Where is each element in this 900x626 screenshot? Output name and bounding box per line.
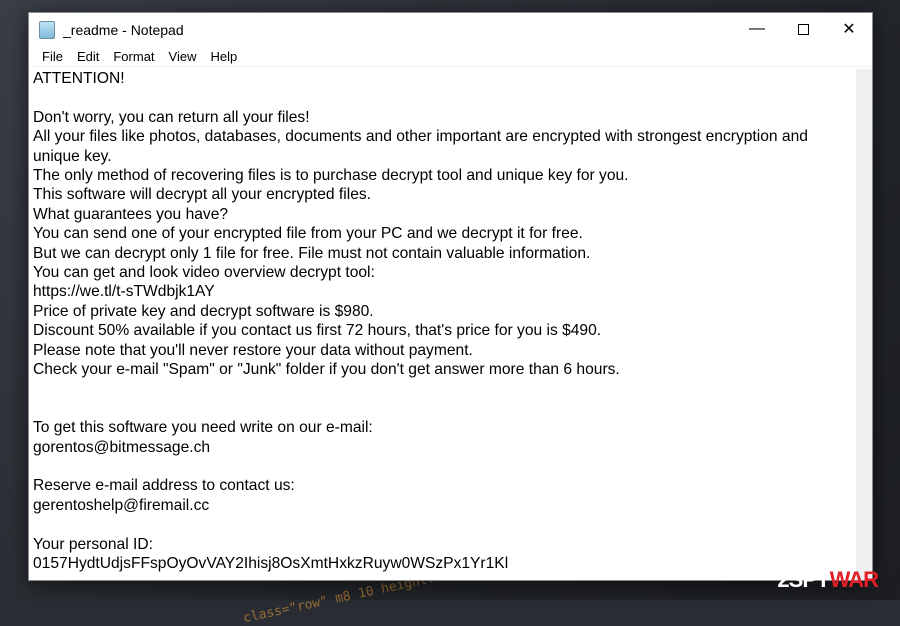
notepad-window: _readme - Notepad — ✕ File Edit Format V… xyxy=(28,12,873,581)
text-line: You can get and look video overview decr… xyxy=(33,264,375,282)
text-line: To get this software you need write on o… xyxy=(33,419,373,437)
text-line: Check your e-mail "Spam" or "Junk" folde… xyxy=(33,361,620,379)
close-button[interactable]: ✕ xyxy=(826,13,872,45)
text-line: Price of private key and decrypt softwar… xyxy=(33,302,374,320)
text-line xyxy=(33,399,846,418)
text-line: Please note that you'll never restore yo… xyxy=(33,341,473,359)
text-line xyxy=(33,88,846,107)
text-line: Don't worry, you can return all your fil… xyxy=(33,108,310,126)
menu-edit[interactable]: Edit xyxy=(70,49,106,64)
menu-format[interactable]: Format xyxy=(106,49,161,64)
minimize-button[interactable]: — xyxy=(734,13,780,45)
text-line: The only method of recovering files is t… xyxy=(33,167,629,185)
text-line: You can send one of your encrypted file … xyxy=(33,225,583,243)
text-line: Reserve e-mail address to contact us: xyxy=(33,477,295,495)
text-line: This software will decrypt all your encr… xyxy=(33,186,371,204)
title-bar[interactable]: _readme - Notepad — ✕ xyxy=(29,13,872,47)
text-line xyxy=(33,515,846,534)
text-line: What guarantees you have? xyxy=(33,205,229,223)
text-line: But we can decrypt only 1 file for free.… xyxy=(33,244,591,262)
text-line: Discount 50% available if you contact us… xyxy=(33,322,602,340)
menu-help[interactable]: Help xyxy=(203,49,244,64)
text-line: gorentos@bitmessage.ch xyxy=(33,438,211,456)
menu-file[interactable]: File xyxy=(35,49,70,64)
notepad-icon xyxy=(39,21,55,39)
menu-bar: File Edit Format View Help xyxy=(29,47,872,67)
text-line: All your files like photos, databases, d… xyxy=(33,128,813,165)
text-line xyxy=(33,379,846,398)
menu-view[interactable]: View xyxy=(162,49,204,64)
text-line: https://we.tl/t-sTWdbjk1AY xyxy=(33,283,215,301)
text-editor-area[interactable]: ATTENTION! Don't worry, you can return al… xyxy=(33,69,856,580)
maximize-button[interactable] xyxy=(780,13,826,45)
text-line: 0157HydtUdjsFFspOyOvVAY2Ihisj8OsXmtHxkzR… xyxy=(33,555,509,573)
vertical-scrollbar[interactable] xyxy=(856,69,872,580)
text-line: gerentoshelp@firemail.cc xyxy=(33,496,210,514)
window-title: _readme - Notepad xyxy=(63,22,184,38)
watermark-logo: 2SPYWAR xyxy=(777,567,879,592)
text-line: ATTENTION! xyxy=(33,70,125,87)
text-line xyxy=(33,457,846,476)
text-line: Your personal ID: xyxy=(33,535,153,553)
